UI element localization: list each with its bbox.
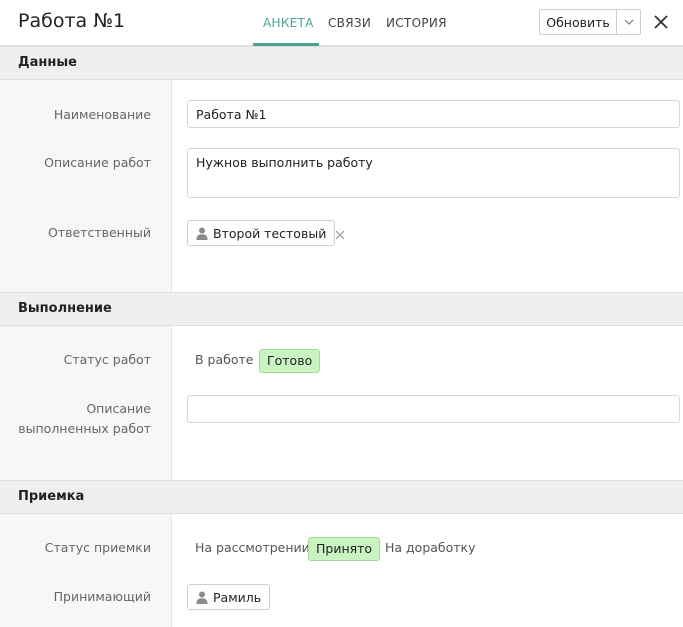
name-label: Наименование (53, 107, 151, 122)
responsible-user-name: Второй тестовый (213, 225, 327, 241)
dialog-header: Работа №1 АНКЕТА СВЯЗИ ИСТОРИЯ Обновить (0, 0, 683, 46)
section-execution-header: Выполнение (0, 292, 683, 326)
done-description-field[interactable] (187, 395, 680, 423)
acceptor-label: Принимающий (53, 589, 151, 604)
section-acceptance-label-column (0, 514, 172, 627)
acceptor-user-chip[interactable]: Рамиль (187, 584, 271, 610)
user-icon (196, 591, 208, 604)
tab-links[interactable]: СВЯЗИ (328, 16, 371, 30)
tab-anketa[interactable]: АНКЕТА (263, 16, 314, 30)
section-acceptance-header: Приемка (0, 480, 683, 514)
tab-history[interactable]: ИСТОРИЯ (386, 16, 447, 30)
acceptance-status-label: Статус приемки (44, 540, 151, 555)
update-menu-toggle[interactable] (617, 9, 641, 35)
chevron-down-icon (624, 19, 633, 25)
done-description-label-line2: выполненных работ (18, 421, 151, 436)
work-status-label: Статус работ (63, 352, 151, 367)
section-data-header: Данные (0, 46, 683, 80)
done-description-label-line1: Описание (86, 401, 151, 416)
acceptor-user-name: Рамиль (213, 589, 262, 605)
update-button[interactable]: Обновить (539, 9, 617, 35)
close-icon[interactable] (653, 14, 669, 30)
responsible-user-chip[interactable]: Второй тестовый (187, 220, 336, 246)
acceptance-status-option-review[interactable]: На рассмотрении (195, 537, 310, 561)
description-field[interactable]: Нужнов выполнить работу (187, 148, 680, 198)
name-field[interactable]: Работа №1 (187, 100, 680, 128)
description-label: Описание работ (44, 155, 151, 170)
responsible-label: Ответственный (47, 225, 151, 240)
remove-responsible-icon[interactable] (334, 229, 346, 241)
work-status-option-in-progress[interactable]: В работе (195, 349, 253, 373)
work-status-option-done[interactable]: Готово (259, 349, 321, 373)
user-icon (196, 227, 208, 240)
page-title: Работа №1 (18, 10, 126, 32)
acceptance-status-option-rework[interactable]: На доработку (385, 537, 476, 561)
acceptance-status-option-accepted[interactable]: Принято (308, 537, 381, 561)
